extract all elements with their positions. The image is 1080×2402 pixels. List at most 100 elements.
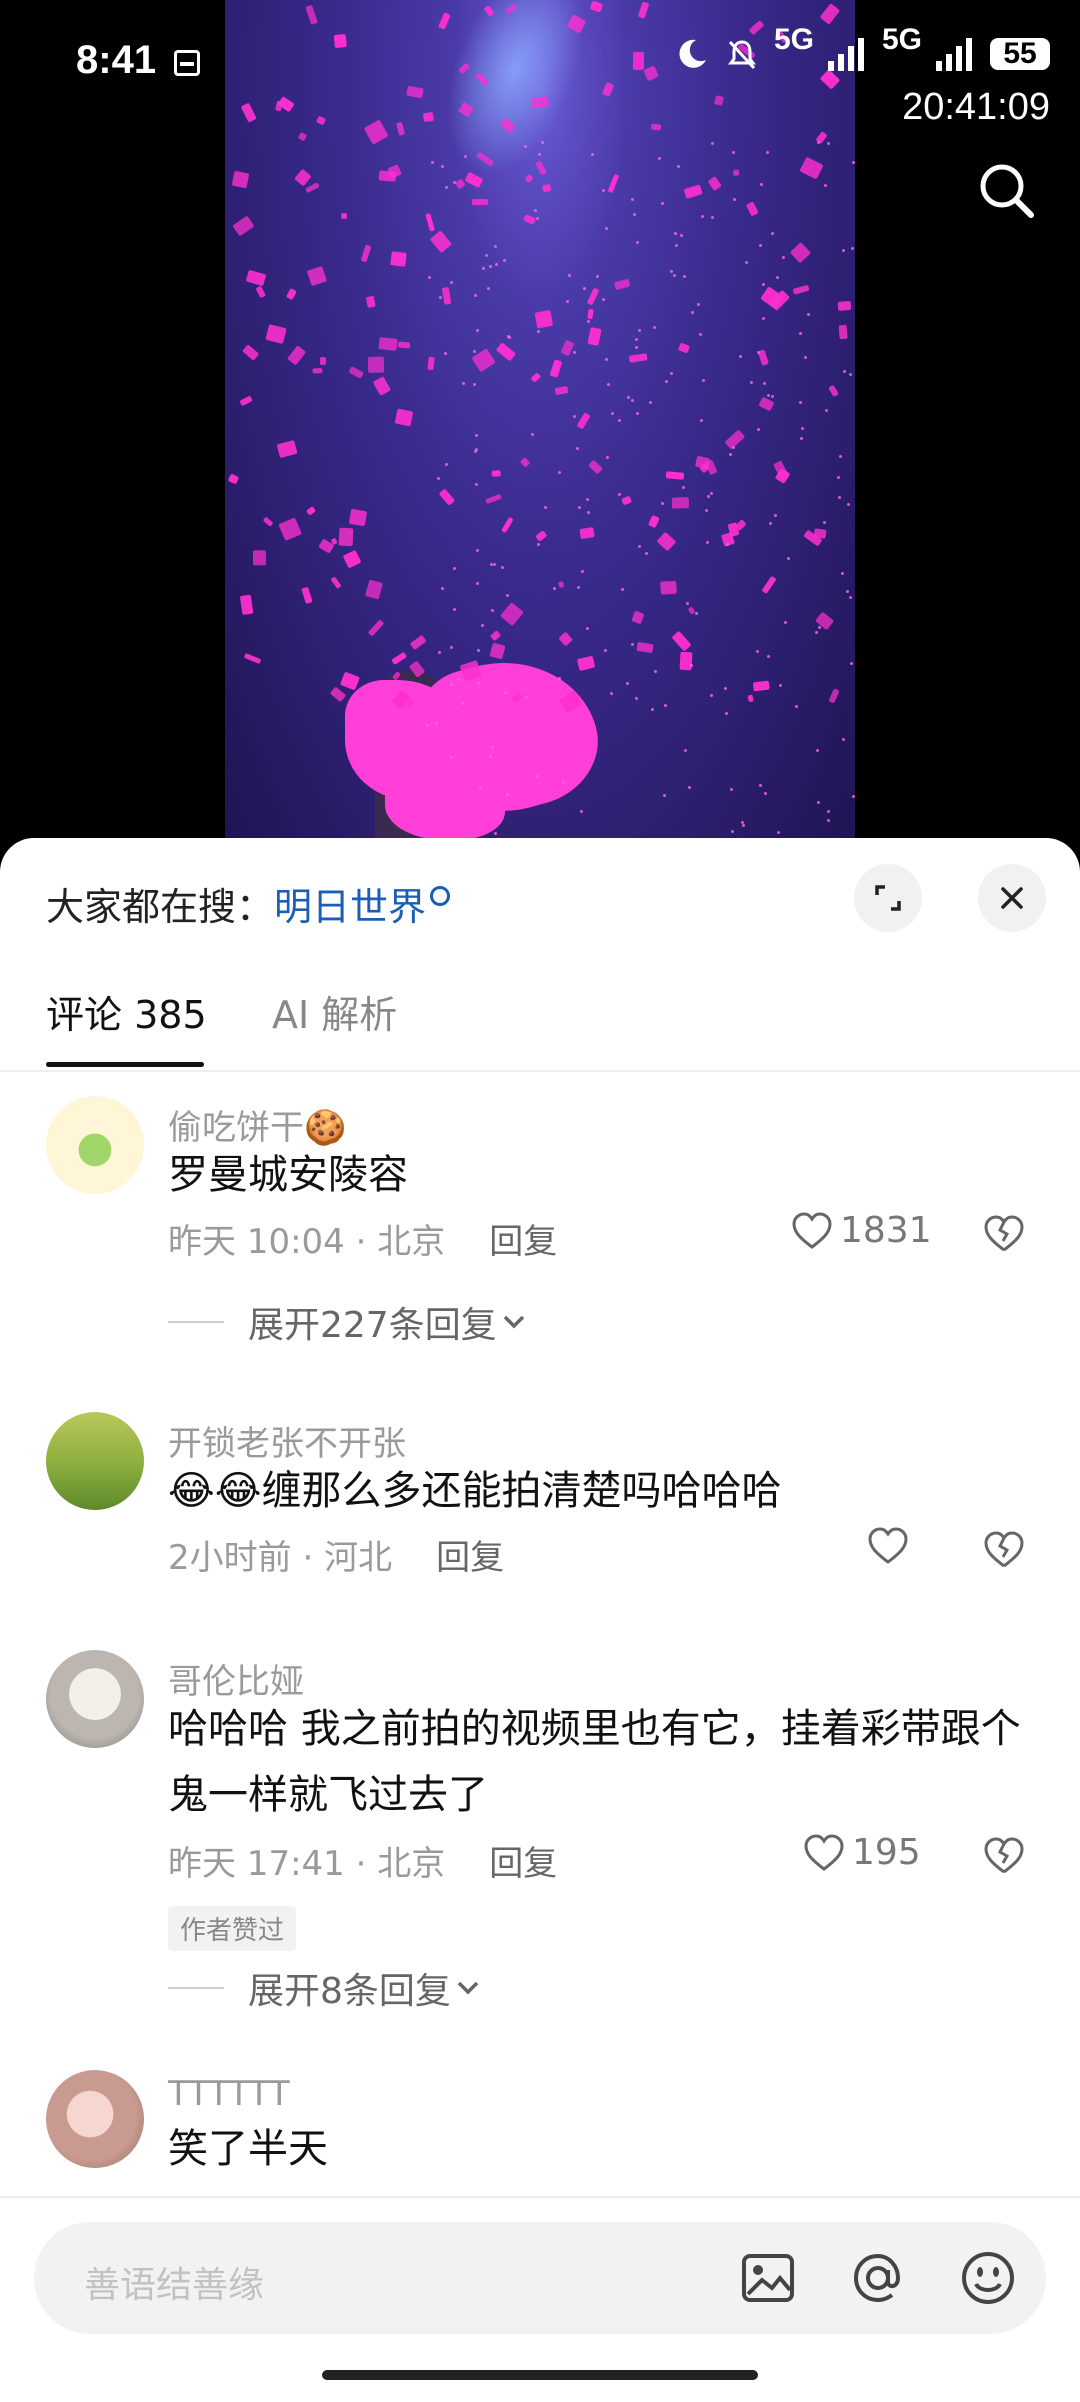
broken-heart-icon[interactable] [982,1214,1026,1254]
sparkle-dot [680,234,684,238]
sparkle-dot [683,748,687,752]
like-button[interactable]: 195 [802,1832,921,1873]
reply-button[interactable]: 回复 [489,1844,557,1884]
sparkle-dot [534,209,538,213]
tab-comments[interactable]: 评论 385 [46,984,207,1039]
confetti-petal [453,178,466,190]
confetti-petal [620,495,632,506]
confetti-petal [554,385,569,396]
sparkle-dot [846,502,850,506]
like-button[interactable] [866,1526,916,1566]
confetti-petal [441,286,452,305]
confetti-petal [629,353,648,363]
sparkle-dot [627,395,631,399]
sparkle-dot [827,819,831,823]
broken-heart-icon[interactable] [982,1530,1026,1570]
at-icon[interactable] [848,2248,908,2308]
hot-search-keyword[interactable]: 明日世界 [274,885,426,929]
sparkle-dot [823,184,827,188]
sparkle-dot [756,350,760,354]
sparkle-dot [436,477,440,481]
avatar[interactable] [46,1412,144,1510]
confetti-petal [287,345,307,367]
tab-ai-analysis[interactable]: AI 解析 [272,984,397,1039]
sparkle-dot [579,810,583,814]
sparkle-dot [463,154,467,158]
confetti-petal [306,505,317,516]
sparkle-dot [700,215,704,219]
heart-icon [792,1211,832,1249]
confetti-petal [814,611,834,631]
sparkle-dot [428,275,432,279]
sparkle-dot [607,383,611,387]
expand-replies[interactable]: 展开8条回复 [168,1962,485,2014]
sparkle-dot [506,594,510,598]
tab-comments-label: 评论 [46,993,123,1037]
confetti-petal [360,244,373,263]
sparkle-dot [500,565,504,569]
sparkle-dot [618,418,622,422]
sparkle-dot [493,563,497,567]
sparkle-dot [475,582,479,586]
sparkle-dot [817,801,821,805]
sparkle-dot [449,280,453,284]
confetti-petal [761,576,777,595]
reply-button[interactable]: 回复 [489,1222,557,1262]
confetti-petal [232,170,250,188]
like-button[interactable]: 1831 [790,1210,932,1251]
expand-replies-label: 展开227条回复 [248,1305,497,1346]
broken-heart-icon[interactable] [982,1836,1026,1876]
reply-button[interactable]: 回复 [436,1538,504,1578]
emoji-icon[interactable] [958,2248,1018,2308]
avatar[interactable] [46,1650,144,1748]
sparkle-dot [536,216,540,220]
sparkle-dot [676,165,680,169]
close-button[interactable] [978,864,1046,932]
avatar[interactable] [46,1096,144,1194]
sparkle-dot [773,514,777,518]
comment-input[interactable]: 善语结善缘 [34,2222,1046,2334]
sparkle-dot [755,649,759,653]
confetti-petal [530,372,541,383]
comment-username[interactable]: TTTTTT [168,2074,290,2114]
hot-search[interactable]: 大家都在搜：明日世界 [46,876,451,931]
sparkle-dot [595,275,599,279]
image-icon[interactable] [738,2248,798,2308]
avatar[interactable] [46,2070,144,2168]
sim-card-icon [174,50,200,76]
sparkle-dot [725,542,729,546]
search-icon[interactable] [976,160,1036,220]
sparkle-dot [766,151,770,155]
home-indicator[interactable] [322,2370,758,2380]
sparkle-dot [665,380,669,384]
sparkle-dot [648,400,652,404]
heart-icon [804,1833,844,1871]
confetti-petal [519,457,531,469]
sparkle-dot [474,482,478,486]
sparkle-dot [437,650,441,654]
sparkle-dot [816,140,820,144]
sparkle-dot [806,313,810,317]
confetti-petal [367,619,385,637]
sparkle-dot [822,520,826,524]
sparkle-dot [507,334,511,338]
confetti-petal [368,356,385,373]
confetti-petal [365,579,384,601]
expand-replies[interactable]: 展开227条回复 [168,1296,531,1348]
confetti-petal [753,680,770,691]
sparkle-dot [761,317,765,321]
sparkle-dot [475,549,479,553]
comment-text: 😂😂缠那么多还能拍清楚吗哈哈哈 [168,1468,782,1514]
sparkle-dot [582,286,586,290]
sparkle-dot [660,502,664,506]
sparkle-dot [724,687,728,691]
video-frame[interactable] [225,0,855,860]
sparkle-dot [685,602,689,606]
confetti-petal [631,610,645,624]
confetti-petal [278,517,303,541]
sparkle-dot [725,711,729,715]
confetti-petal [671,497,689,509]
confetti-petal [297,131,307,142]
video-player[interactable]: 8:41 5G 5G 55 20:41:09 [0,0,1080,860]
expand-button[interactable] [854,864,922,932]
